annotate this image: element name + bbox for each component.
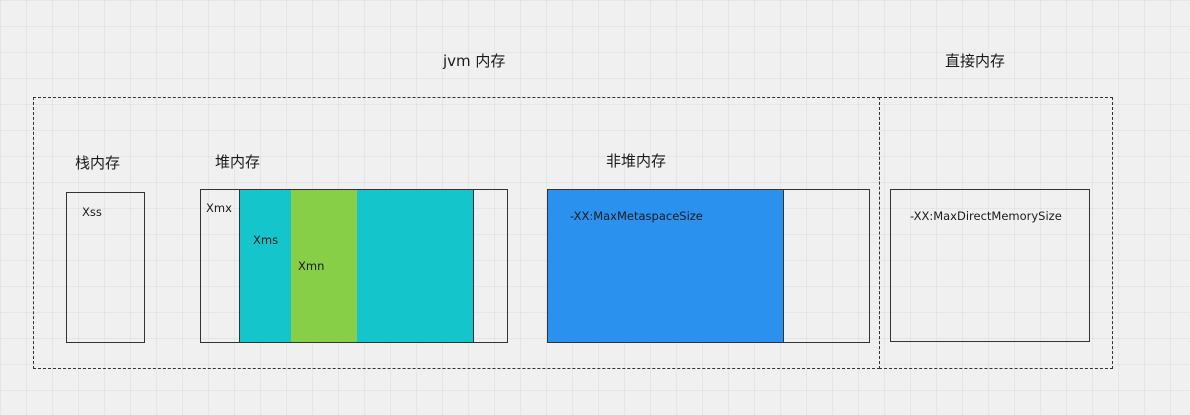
xmn-label: Xmn (298, 259, 325, 273)
heap-teal-segment (357, 190, 474, 342)
heap-memory-title: 堆内存 (215, 153, 261, 171)
stack-memory-title: 栈内存 (75, 154, 121, 172)
jvm-memory-title: jvm 内存 (443, 52, 506, 70)
non-heap-memory-title: 非堆内存 (606, 152, 667, 170)
xms-label: Xms (253, 233, 279, 247)
xss-label: Xss (82, 205, 102, 219)
direct-memory-title: 直接内存 (945, 52, 1006, 70)
xmx-label: Xmx (206, 201, 232, 215)
stack-box (66, 192, 145, 343)
max-metaspace-label: -XX:MaxMetaspaceSize (570, 209, 703, 223)
max-direct-memory-label: -XX:MaxDirectMemorySize (910, 209, 1062, 223)
xms-segment (239, 190, 292, 342)
